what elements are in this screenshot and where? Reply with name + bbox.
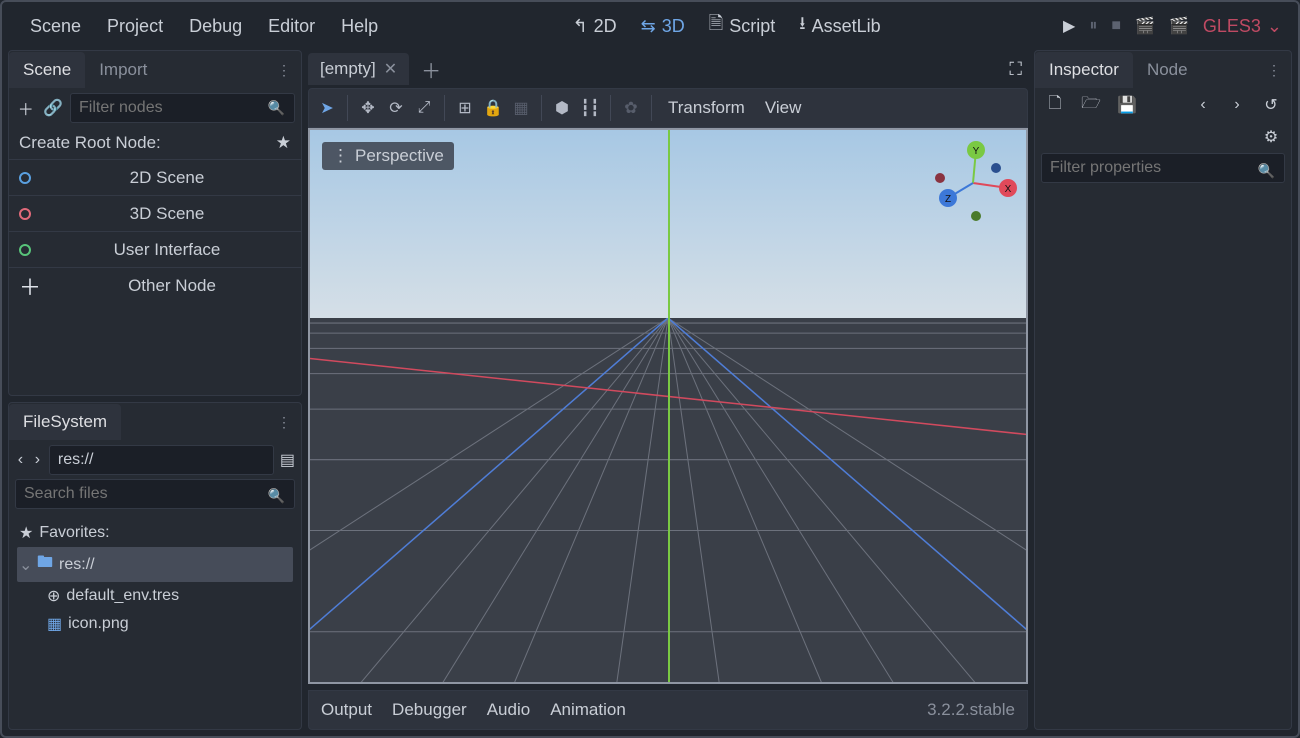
link-node-icon[interactable]: 🔗 (43, 96, 65, 120)
bottom-tab-output[interactable]: Output (321, 700, 372, 720)
plus-icon: ＋ (19, 270, 41, 302)
rotate-tool-icon[interactable]: ⟳ (384, 96, 408, 120)
scale-tool-icon[interactable]: ⤢ (412, 96, 436, 120)
node2d-icon (19, 172, 31, 184)
add-node-icon[interactable]: ＋ (15, 96, 37, 120)
scene-dock-tabs: Scene Import ⋮ (9, 51, 301, 89)
new-resource-icon[interactable]: 🗋 (1043, 93, 1067, 117)
dock-options-icon[interactable]: ⋮ (277, 414, 301, 431)
open-scene-tabs: [empty] ✕ ＋ ⛶ (308, 50, 1028, 88)
control-icon (19, 244, 31, 256)
snap-grid-icon[interactable]: ┇┇ (578, 96, 602, 120)
viewport-toolbar: ➤ ✥ ⟳ ⤢ ⊞ 🔒 ▦ ⬢ ┇┇ ✿ Transform View (308, 88, 1028, 128)
distraction-free-icon[interactable]: ⛶ (1009, 59, 1028, 80)
3d-viewport[interactable]: ⋮ Perspective X Y Z (308, 128, 1028, 684)
fs-path-input[interactable] (49, 445, 274, 475)
folder-icon: 🖿 (37, 551, 53, 578)
close-icon[interactable]: ✕ (384, 59, 397, 79)
tab-filesystem[interactable]: FileSystem (9, 404, 121, 440)
filter-properties-input[interactable] (1041, 153, 1285, 183)
fs-search-input[interactable] (15, 479, 295, 509)
save-resource-icon[interactable]: 💾 (1115, 93, 1139, 117)
workspace-2d[interactable]: ↰ 2D (567, 12, 623, 41)
renderer-dropdown[interactable]: GLES3 ⌄ (1203, 16, 1282, 37)
history-back-icon[interactable]: ‹ (1191, 93, 1215, 117)
lock-icon[interactable]: 🔒 (481, 96, 505, 120)
bottom-tab-audio[interactable]: Audio (487, 700, 530, 720)
tab-node[interactable]: Node (1133, 52, 1202, 88)
open-resource-icon[interactable]: 🗁 (1079, 93, 1103, 117)
fs-root-folder[interactable]: ⌄ 🖿 res:// (17, 547, 293, 582)
menu-editor[interactable]: Editor (256, 6, 327, 47)
dock-options-icon[interactable]: ⋮ (277, 62, 301, 79)
tab-import[interactable]: Import (85, 52, 161, 88)
resource-icon: ⊕ (47, 586, 60, 606)
filesystem-tree: ★ Favorites: ⌄ 🖿 res:// ⊕ default_env.tr… (9, 513, 301, 644)
nav-forward-icon[interactable]: › (32, 448, 43, 472)
select-tool-icon[interactable]: ➤ (315, 96, 339, 120)
snap-object-icon[interactable]: ⬢ (550, 96, 574, 120)
favorite-icon[interactable]: ★ (276, 133, 291, 153)
bottom-tab-animation[interactable]: Animation (550, 700, 626, 720)
star-icon: ★ (19, 523, 33, 543)
fs-file[interactable]: ⊕ default_env.tres (17, 582, 293, 610)
root-option-other[interactable]: ＋ Other Node (9, 267, 301, 303)
tab-inspector[interactable]: Inspector (1035, 52, 1133, 88)
root-option-2d[interactable]: 2D Scene (9, 159, 301, 195)
history-forward-icon[interactable]: › (1225, 93, 1249, 117)
svg-text:Y: Y (973, 146, 980, 157)
chevron-down-icon: ⌄ (19, 555, 31, 575)
filter-nodes-input[interactable] (70, 93, 295, 123)
object-properties-icon[interactable]: ⚙ (1259, 125, 1283, 149)
tab-scene[interactable]: Scene (9, 52, 85, 88)
dock-options-icon[interactable]: ⋮ (1267, 62, 1291, 79)
history-icon[interactable]: ↺ (1259, 93, 1283, 117)
menu-scene[interactable]: Scene (18, 6, 93, 47)
split-view-icon[interactable]: ▤ (280, 448, 295, 472)
bottom-panel-tabs: Output Debugger Audio Animation 3.2.2.st… (308, 690, 1028, 730)
scene-tab-empty[interactable]: [empty] ✕ (308, 53, 409, 85)
group-icon[interactable]: ▦ (509, 96, 533, 120)
root-option-ui[interactable]: User Interface (9, 231, 301, 267)
workspace-script[interactable]: 🗎 Script (703, 7, 782, 45)
workspace-assetlib[interactable]: ⭳ AssetLib (793, 7, 886, 45)
play-scene-icon[interactable]: 🎬 (1135, 16, 1155, 36)
chevron-down-icon: ⌄ (1267, 16, 1282, 37)
play-icon[interactable]: ▶ (1063, 16, 1075, 36)
new-scene-icon[interactable]: ＋ (413, 55, 449, 84)
pause-icon[interactable]: ⏸ (1089, 17, 1097, 35)
playback-controls: ▶ ⏸ ■ 🎬 🎬 GLES3 ⌄ (1063, 16, 1282, 37)
fs-favorites[interactable]: ★ Favorites: (17, 519, 293, 547)
svg-text:X: X (1005, 184, 1012, 195)
workspace-switcher: ↰ 2D ⇆ 3D 🗎 Script ⭳ AssetLib (567, 7, 887, 45)
preview-camera-icon[interactable]: ✿ (619, 96, 643, 120)
local-space-icon[interactable]: ⊞ (453, 96, 477, 120)
image-icon: ▦ (47, 614, 62, 634)
y-axis-line (668, 130, 670, 682)
version-label: 3.2.2.stable (927, 700, 1015, 720)
workspace-3d[interactable]: ⇆ 3D (635, 12, 691, 41)
svg-text:Z: Z (945, 194, 951, 205)
menu-debug[interactable]: Debug (177, 6, 254, 47)
nav-back-icon[interactable]: ‹ (15, 448, 26, 472)
play-custom-icon[interactable]: 🎬 (1169, 16, 1189, 36)
top-menubar: Scene Project Debug Editor Help ↰ 2D ⇆ 3… (2, 2, 1298, 50)
create-root-heading: Create Root Node: ★ (9, 127, 301, 159)
orientation-gizmo[interactable]: X Y Z (928, 138, 1018, 228)
fs-file[interactable]: ▦ icon.png (17, 610, 293, 638)
menu-help[interactable]: Help (329, 6, 390, 47)
bottom-tab-debugger[interactable]: Debugger (392, 700, 467, 720)
spatial-icon (19, 208, 31, 220)
transform-menu[interactable]: Transform (660, 94, 753, 122)
root-option-3d[interactable]: 3D Scene (9, 195, 301, 231)
move-tool-icon[interactable]: ✥ (356, 96, 380, 120)
stop-icon[interactable]: ■ (1111, 17, 1121, 35)
drag-handle-icon: ⋮ (332, 146, 349, 166)
perspective-badge[interactable]: ⋮ Perspective (322, 142, 454, 170)
view-menu[interactable]: View (757, 94, 810, 122)
menu-project[interactable]: Project (95, 6, 175, 47)
